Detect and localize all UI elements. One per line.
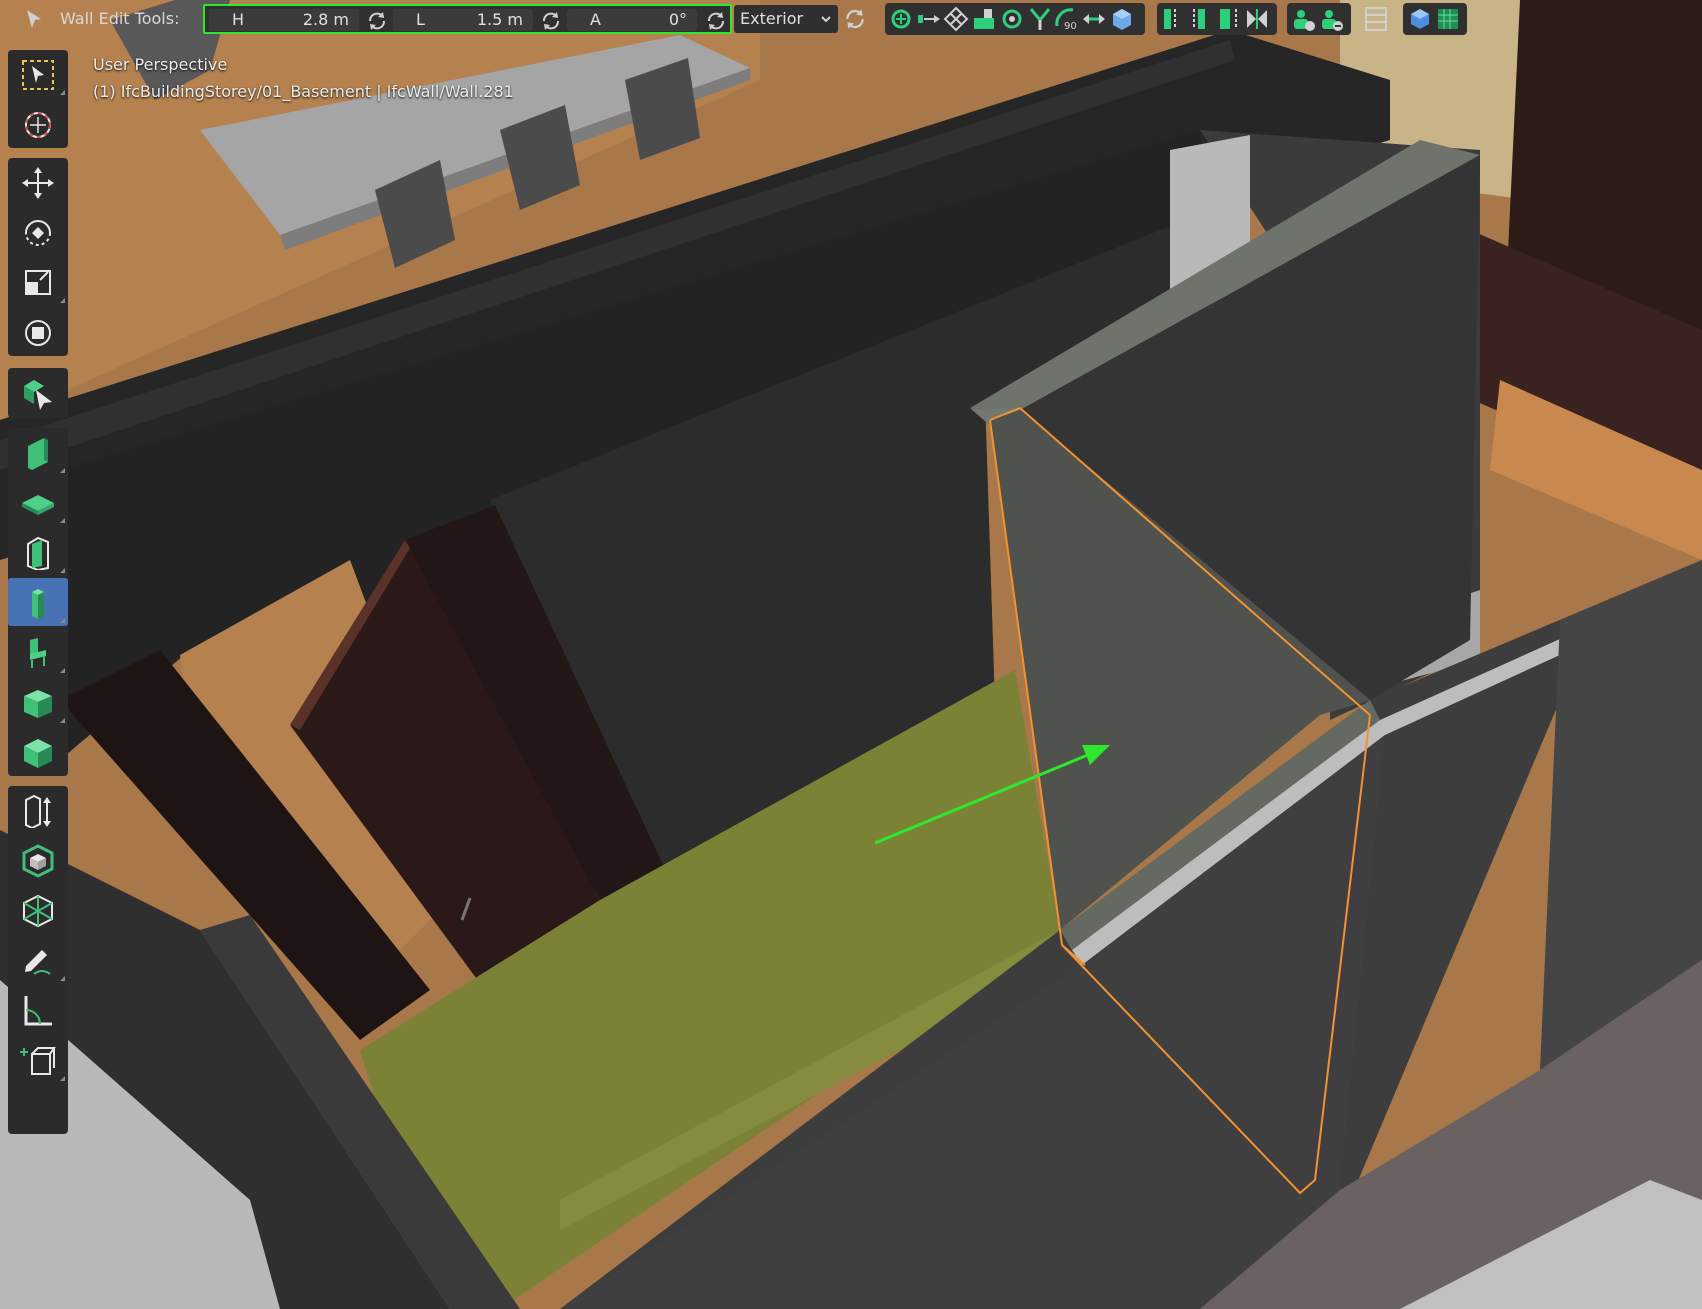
length-value: 1.5 m — [476, 10, 523, 29]
grid-layers-icon[interactable] — [1436, 7, 1460, 31]
explore-tool[interactable] — [8, 368, 68, 416]
measure-tool[interactable] — [8, 986, 68, 1034]
left-toolbar — [0, 40, 80, 1134]
edit-tools-group — [8, 786, 68, 1134]
move-tool[interactable] — [8, 158, 68, 206]
select-tools-group — [8, 50, 68, 148]
user-group — [1287, 3, 1351, 35]
transform-icon — [25, 320, 51, 346]
annotate-tool[interactable] — [8, 936, 68, 984]
chevron-down-icon — [821, 16, 831, 23]
roof-icon — [24, 690, 52, 718]
header-toolbar: Wall Edit Tools: H 2.8 m L 1.5 m A 0° Ex… — [0, 0, 1702, 38]
extend-icon[interactable] — [916, 6, 942, 32]
move-icon — [22, 167, 54, 199]
mirror-icon[interactable] — [1245, 7, 1269, 31]
select-box-tool[interactable] — [8, 50, 68, 98]
scale-tool[interactable] — [8, 258, 68, 306]
height-value: 2.8 m — [302, 10, 349, 29]
wall-icon — [28, 438, 48, 470]
3d-viewport[interactable] — [0, 0, 1702, 1309]
rotate-icon — [25, 220, 51, 246]
cursor-tool[interactable] — [8, 100, 68, 148]
viewport-info: User Perspective (1) IfcBuildingStorey/0… — [93, 51, 514, 105]
ruler-icon — [24, 996, 52, 1026]
cube-icon — [24, 739, 52, 768]
length-field[interactable]: L 1.5 m — [393, 9, 533, 31]
rotate-tool[interactable] — [8, 208, 68, 256]
covering-tool[interactable] — [8, 728, 68, 776]
layer-center-icon[interactable] — [1189, 7, 1213, 31]
refresh-icon[interactable] — [365, 9, 389, 33]
length-label: L — [416, 10, 425, 29]
transform-tools-group — [8, 158, 68, 356]
angle-90-icon[interactable]: 90 — [1053, 6, 1079, 32]
wall-edit-tools-label: Wall Edit Tools: — [60, 9, 180, 28]
box-icon — [22, 844, 54, 878]
location-select[interactable]: Exterior — [734, 5, 838, 33]
extrude-profile-icon — [25, 794, 51, 828]
slab-tool[interactable] — [8, 478, 68, 526]
pencil-icon — [25, 950, 51, 975]
layers-group — [1157, 3, 1277, 35]
refresh-icon[interactable] — [842, 5, 868, 33]
explore-group — [8, 368, 68, 418]
layer-right-icon[interactable] — [1217, 7, 1241, 31]
svg-text:90: 90 — [1064, 21, 1077, 32]
unassign-icon[interactable] — [1319, 7, 1345, 33]
refresh-icon[interactable] — [539, 9, 563, 33]
bim-tools-group — [8, 428, 68, 776]
mitre-icon[interactable] — [1081, 6, 1107, 32]
cube-view-icon[interactable] — [1408, 7, 1432, 31]
cursor-icon — [25, 112, 51, 138]
angle-label: A — [590, 10, 601, 29]
door-icon — [27, 536, 49, 570]
add-cube-tool[interactable] — [8, 1036, 68, 1084]
scale-icon — [25, 270, 51, 295]
array-icon[interactable] — [1109, 6, 1135, 32]
layer-left-icon[interactable] — [1161, 7, 1185, 31]
refresh-icon[interactable] — [704, 9, 728, 33]
wall-dimension-fields: H 2.8 m L 1.5 m A 0° — [203, 4, 732, 34]
door-tool[interactable] — [8, 528, 68, 576]
extrude-tool[interactable] — [8, 786, 68, 834]
mesh-tool[interactable] — [8, 886, 68, 934]
selection-path: (1) IfcBuildingStorey/01_Basement | IfcW… — [93, 82, 514, 101]
column-icon — [32, 589, 44, 619]
explore-icon — [24, 380, 52, 410]
height-label: H — [232, 10, 245, 29]
wall-operations-group: 90 — [885, 3, 1145, 35]
add-cube-icon — [20, 1047, 56, 1075]
mesh-icon — [23, 894, 53, 928]
rotate-icon[interactable] — [999, 6, 1025, 32]
wall-tool[interactable] — [8, 428, 68, 476]
cursor-arrow-icon[interactable] — [24, 8, 44, 30]
merge-icon[interactable] — [943, 6, 969, 32]
assign-icon[interactable] — [1291, 7, 1317, 33]
chair-icon — [30, 638, 46, 668]
view-name: User Perspective — [93, 55, 228, 74]
flip-icon[interactable] — [971, 6, 997, 32]
furniture-tool[interactable] — [8, 628, 68, 676]
select-box-icon — [22, 60, 54, 90]
column-tool[interactable] — [8, 578, 68, 626]
angle-field[interactable]: A 0° — [567, 9, 697, 31]
angle-value: 0° — [668, 10, 687, 29]
transform-tool[interactable] — [8, 308, 68, 356]
location-select-value: Exterior — [740, 9, 804, 28]
add-representation-tool[interactable] — [8, 836, 68, 884]
slab-icon — [22, 495, 54, 515]
height-field[interactable]: H 2.8 m — [209, 9, 359, 31]
view-group — [1403, 3, 1467, 35]
split-icon[interactable] — [1027, 6, 1053, 32]
roof-tool[interactable] — [8, 678, 68, 726]
abacus-icon[interactable] — [1363, 5, 1389, 33]
join-icon[interactable] — [888, 6, 914, 32]
